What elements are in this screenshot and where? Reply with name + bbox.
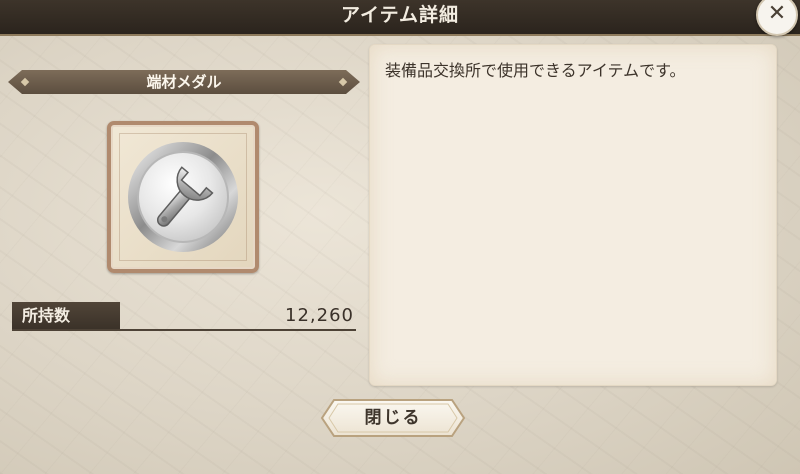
close-dialog-button[interactable]: 閉じる [320, 398, 466, 438]
close-icon: ✕ [767, 1, 787, 26]
owned-count-underline [12, 329, 356, 331]
item-description: 装備品交換所で使用できるアイテムです。 [385, 61, 686, 80]
item-name-banner: 端材メダル [8, 70, 360, 94]
close-dialog-label: 閉じる [364, 408, 422, 428]
item-icon-frame [107, 121, 259, 273]
description-panel: 装備品交換所で使用できるアイテムです。 [369, 44, 777, 386]
owned-count-label: 所持数 [22, 306, 71, 325]
dialog-header: アイテム詳細 [0, 0, 800, 36]
item-name: 端材メダル [146, 73, 222, 91]
owned-count-label-box: 所持数 [12, 302, 120, 330]
wrench-icon [128, 142, 238, 252]
dialog-title: アイテム詳細 [340, 4, 460, 26]
close-button[interactable]: ✕ [756, 0, 798, 36]
owned-count-value: 12,260 [285, 305, 354, 326]
